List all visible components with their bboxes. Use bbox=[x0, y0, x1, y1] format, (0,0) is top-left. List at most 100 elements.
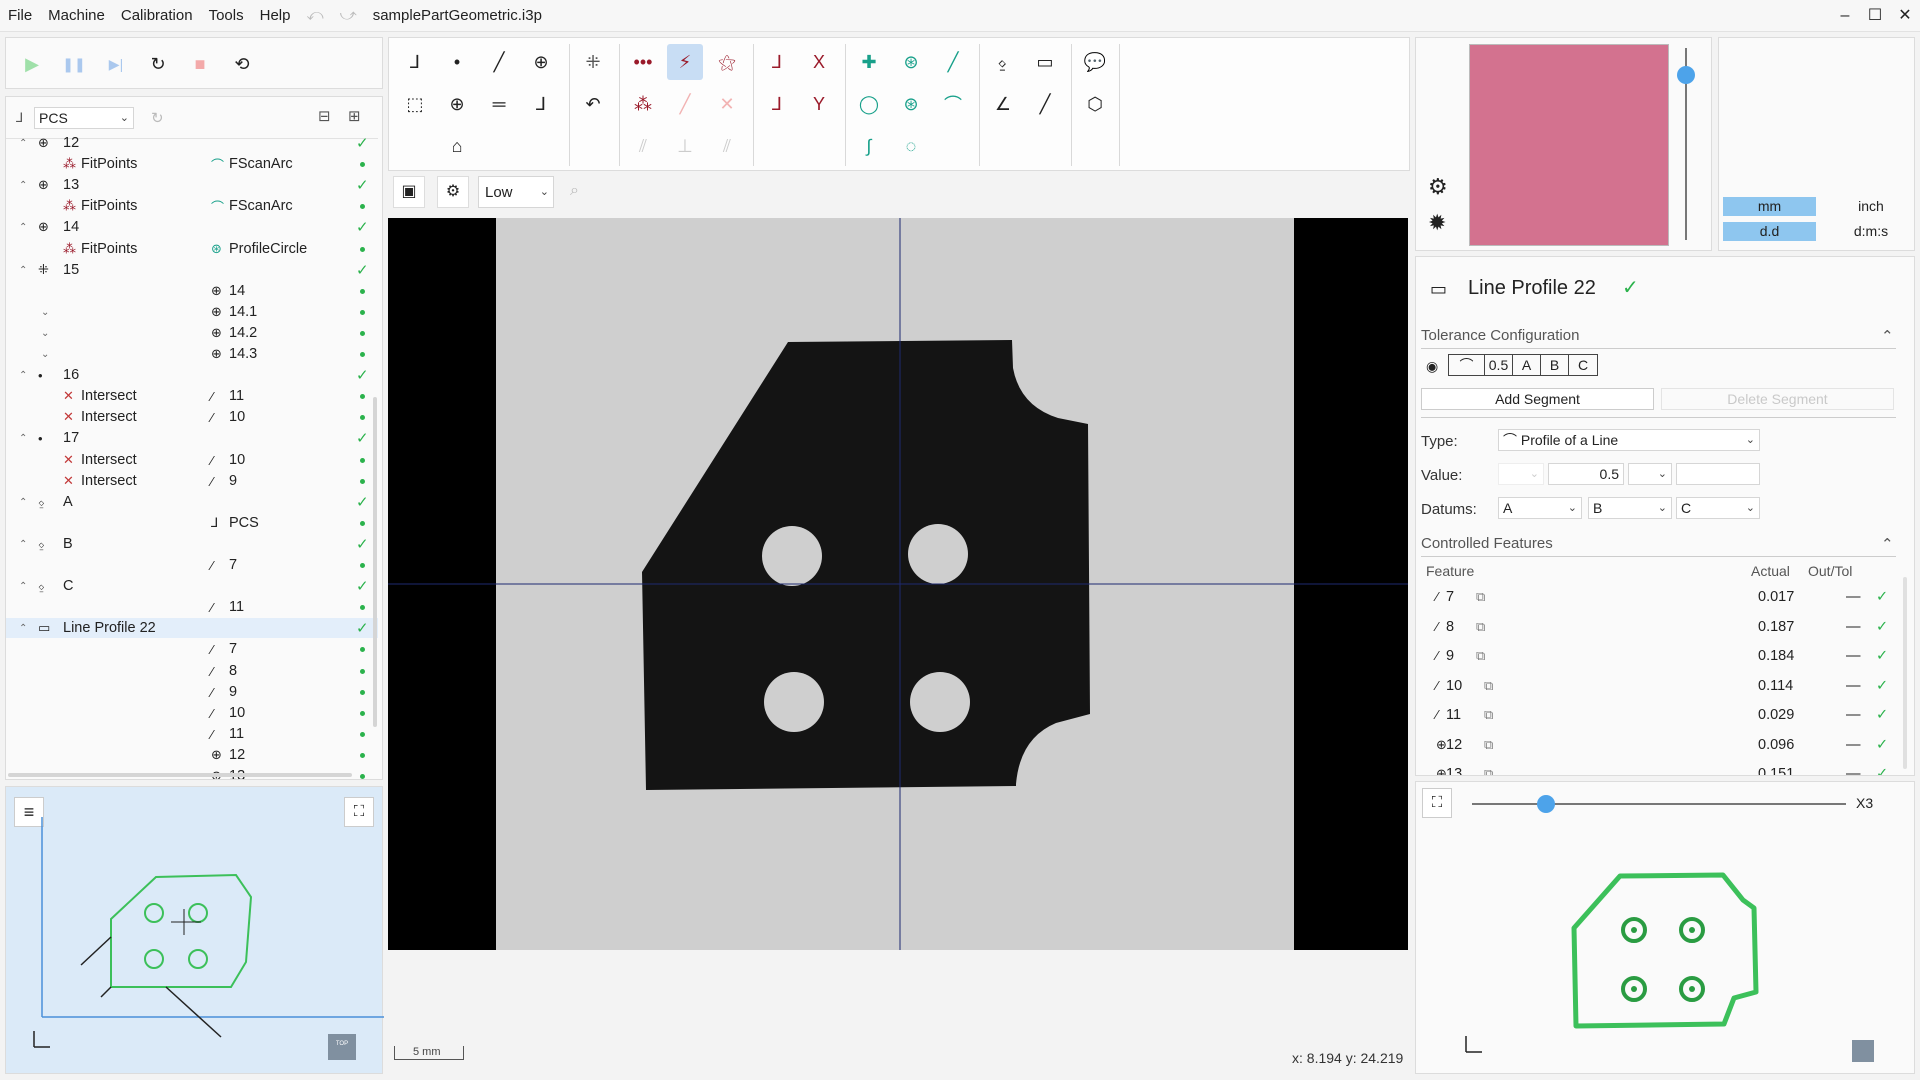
controlled-feature-row[interactable]: ⁄ 7 ⧉ 0.017 — ✓ bbox=[1416, 583, 1896, 612]
light-slider-handle[interactable] bbox=[1677, 66, 1695, 84]
expand-all-icon[interactable]: ⊞ bbox=[348, 107, 361, 125]
point-icon[interactable]: • bbox=[439, 44, 475, 80]
tree-chevron-icon[interactable]: ⌃ bbox=[19, 180, 27, 191]
controlled-section-header[interactable]: Controlled Features bbox=[1421, 535, 1553, 552]
target-icon[interactable]: ⊛ bbox=[893, 44, 929, 80]
light-color-swatch[interactable] bbox=[1469, 44, 1669, 246]
tree-row[interactable]: ⁂ FitPoints ⌒ FScanArc bbox=[6, 154, 378, 174]
collapse-all-icon[interactable]: ⊟ bbox=[318, 107, 331, 125]
controlled-scrollbar[interactable] bbox=[1903, 577, 1907, 769]
tree-row[interactable]: ⌃ ⍚ C ✓ bbox=[6, 576, 378, 596]
edit-icon[interactable]: ⧉ bbox=[1484, 707, 1493, 723]
tree-row[interactable]: ✕ Intersect ⁄ 11 bbox=[6, 386, 378, 406]
angle-dms-button[interactable]: d:m:s bbox=[1831, 222, 1911, 241]
value-unit-select[interactable]: ⌄ bbox=[1628, 463, 1672, 485]
tree-row[interactable]: ⊕ 12 bbox=[6, 745, 378, 765]
view-cube[interactable]: TOP bbox=[330, 1041, 354, 1047]
pause-icon[interactable]: ❚❚ bbox=[56, 46, 92, 82]
segment-radio[interactable]: ◉ bbox=[1426, 358, 1438, 375]
tree-chevron-icon[interactable]: ⌃ bbox=[19, 265, 27, 276]
tree-chevron-icon[interactable]: ⌃ bbox=[19, 581, 27, 592]
select-area-icon[interactable]: ⬚ bbox=[397, 86, 433, 122]
tree-row[interactable]: ⁄ 11 bbox=[6, 724, 378, 744]
tree-row[interactable]: ⌃ ⍚ B ✓ bbox=[6, 534, 378, 554]
tree-chevron-icon[interactable]: ⌄ bbox=[41, 328, 49, 339]
arc-icon[interactable]: ⊕ bbox=[439, 86, 475, 122]
play-icon[interactable]: ▶ bbox=[14, 46, 50, 82]
profile-icon[interactable]: ▭ bbox=[1027, 44, 1063, 80]
intersect-icon[interactable]: ✕ bbox=[709, 86, 745, 122]
tree-row[interactable]: ⌃ • 16 ✓ bbox=[6, 365, 378, 385]
value-modifier-select[interactable]: ⌄ bbox=[1498, 463, 1544, 485]
tree-row[interactable]: ✕ Intersect ⁄ 9 bbox=[6, 471, 378, 491]
menu-help[interactable]: Help bbox=[252, 0, 299, 32]
type-select[interactable]: ⌒ Profile of a Line ⌄ bbox=[1498, 429, 1760, 451]
distance-icon[interactable]: ╱ bbox=[1027, 86, 1063, 122]
hatch-icon[interactable]: ⫽ bbox=[625, 128, 661, 164]
tree-row[interactable]: ⁂ FitPoints ⌒ FScanArc bbox=[6, 196, 378, 216]
undo-icon[interactable]: ⤺ bbox=[298, 7, 331, 25]
coordinate-system-icon[interactable]: ⅃ bbox=[397, 44, 433, 80]
zoom-settings-icon[interactable]: ⚙ bbox=[437, 176, 469, 208]
arc-scan-icon[interactable]: ↶ bbox=[575, 86, 611, 122]
controlled-feature-row[interactable]: ⁄ 11 ⧉ 0.029 — ✓ bbox=[1416, 701, 1896, 730]
unit-inch-button[interactable]: inch bbox=[1831, 197, 1911, 216]
probe-line-icon[interactable]: ╱ bbox=[935, 44, 971, 80]
close-button[interactable]: ✕ bbox=[1885, 0, 1920, 32]
tree-row[interactable]: ⌃ ⊕ 13 ✓ bbox=[6, 175, 378, 195]
tree-row[interactable]: ⌃ ⁜ 15 ✓ bbox=[6, 260, 378, 280]
search-icon[interactable]: ⌕ bbox=[570, 182, 579, 200]
loop-icon[interactable]: ⟲ bbox=[224, 46, 260, 82]
x-axis-icon[interactable]: X bbox=[801, 44, 837, 80]
datum-b-select[interactable]: B ⌄ bbox=[1588, 497, 1672, 519]
spline-icon[interactable]: ∫ bbox=[851, 128, 887, 164]
redo-icon[interactable]: ⤻ bbox=[332, 7, 365, 25]
reset-icon[interactable]: ↻ bbox=[140, 46, 176, 82]
edit-icon[interactable]: ⧉ bbox=[1476, 648, 1485, 664]
tree-row[interactable]: ⌄ ⊕ 14.3 bbox=[6, 344, 378, 364]
tree-hscrollbar[interactable] bbox=[8, 773, 352, 777]
tree-chevron-icon[interactable]: ⌃ bbox=[19, 138, 27, 149]
edit-icon[interactable]: ⧉ bbox=[1476, 589, 1485, 605]
menu-tools[interactable]: Tools bbox=[201, 0, 252, 32]
points-icon[interactable]: ••• bbox=[625, 44, 661, 80]
probe-point-icon[interactable]: ✚ bbox=[851, 44, 887, 80]
tree-row[interactable]: ⊕ 14 bbox=[6, 281, 378, 301]
tree-row[interactable]: ⌃ ⊕ 12 ✓ bbox=[6, 133, 378, 153]
tree-chevron-icon[interactable]: ⌃ bbox=[19, 497, 27, 508]
tree-row[interactable]: ⁄ 11 bbox=[6, 597, 378, 617]
controlled-feature-row[interactable]: ⊕ 13 ⧉ 0.151— ✓ bbox=[1416, 760, 1896, 775]
y-axis-icon[interactable]: Y bbox=[801, 86, 837, 122]
perpendicular-icon[interactable]: ⊥ bbox=[667, 128, 703, 164]
tree-row[interactable]: ⁄ 7 bbox=[6, 555, 378, 575]
edit-icon[interactable]: ⧉ bbox=[1484, 766, 1493, 775]
line-icon[interactable]: ╱ bbox=[481, 44, 517, 80]
image-quality-select[interactable]: Low ⌄ bbox=[478, 176, 554, 208]
tree-row[interactable]: ⌃ ⊕ 14 ✓ bbox=[6, 217, 378, 237]
delete-segment-button[interactable]: Delete Segment bbox=[1661, 388, 1894, 410]
datum-s-icon[interactable]: ⅃ bbox=[759, 44, 795, 80]
datum-c-select[interactable]: C ⌄ bbox=[1676, 497, 1760, 519]
comment-icon[interactable]: 💬 bbox=[1077, 44, 1113, 80]
probe-circle-icon[interactable]: ◯ bbox=[851, 86, 887, 122]
fit-points-icon[interactable]: ⁜ bbox=[575, 44, 611, 80]
camera-icon[interactable]: ▣ bbox=[393, 176, 425, 208]
probe-arc-icon[interactable]: ⌒ bbox=[935, 86, 971, 122]
angle-icon[interactable]: ∠ bbox=[985, 86, 1021, 122]
menu-machine[interactable]: Machine bbox=[40, 0, 113, 32]
controlled-feature-row[interactable]: ⁄ 8 ⧉ 0.187 — ✓ bbox=[1416, 613, 1896, 642]
light-auto-icon[interactable]: ✹ bbox=[1428, 210, 1446, 236]
value-extra-input[interactable] bbox=[1676, 463, 1760, 485]
tree-row[interactable]: ⌃ ▭ Line Profile 22 ✓ bbox=[6, 618, 378, 638]
tree-chevron-icon[interactable]: ⌃ bbox=[19, 539, 27, 550]
tree-chevron-icon[interactable]: ⌄ bbox=[41, 349, 49, 360]
mini-3d-view[interactable]: ≡ ⛶ TOP bbox=[5, 786, 384, 1074]
edge-line-icon[interactable]: ╱ bbox=[667, 86, 703, 122]
camera-view[interactable] bbox=[388, 218, 1408, 950]
value-input[interactable]: 0.5 bbox=[1548, 463, 1624, 485]
step-edge-icon[interactable]: ⅃ bbox=[523, 86, 559, 122]
controlled-collapse-icon[interactable]: ⌃ bbox=[1881, 535, 1894, 553]
refresh-icon[interactable]: ↻ bbox=[151, 109, 164, 127]
tree-row[interactable]: ⁄ 10 bbox=[6, 703, 378, 723]
tree-chevron-icon[interactable]: ⌃ bbox=[19, 623, 27, 634]
